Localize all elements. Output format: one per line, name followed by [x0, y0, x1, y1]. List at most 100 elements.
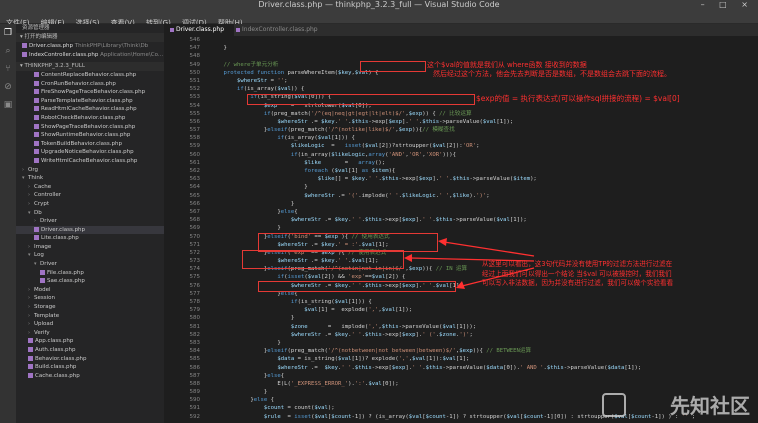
tab-bar: Driver.class.php IndexController.class.p… — [164, 24, 758, 36]
file-tree-file[interactable]: Behavior.class.php — [16, 355, 164, 364]
file-tree-file[interactable]: RobotCheckBehavior.class.php — [16, 114, 164, 123]
file-tree-label: UpgradeNoticeBehavior.class.php — [41, 149, 134, 156]
file-tree-folder[interactable]: ▾ Log — [16, 251, 164, 260]
extensions-icon[interactable]: ▣ — [0, 96, 16, 114]
file-tree-folder[interactable]: › Org — [16, 166, 164, 175]
file-tree-folder[interactable]: › Session — [16, 294, 164, 303]
file-tree-file[interactable]: FireShowPageTraceBehavior.class.php — [16, 88, 164, 97]
file-tree-label: File.class.php — [47, 269, 84, 276]
file-tree-folder[interactable]: › Crypt — [16, 200, 164, 209]
php-file-icon — [34, 123, 39, 129]
annotation-note-conclusion: 从这里可以看出，这3句代码并没有使用TP的过滤方法进行过滤在 经过上面我们可以得… — [482, 260, 674, 287]
file-tree-folder[interactable]: › Template — [16, 312, 164, 321]
file-tree-label: WriteHtmlCacheBehavior.class.php — [41, 157, 138, 164]
php-file-icon — [40, 269, 45, 275]
file-tree-file[interactable]: Lite.class.php — [16, 234, 164, 243]
file-tree-folder[interactable]: › Model — [16, 286, 164, 295]
php-file-icon — [28, 364, 33, 370]
file-tree-label: Cache — [34, 183, 52, 190]
file-tree-label: Storage — [34, 304, 56, 311]
file-tree-label: Cache.class.php — [35, 372, 80, 379]
open-editor-item[interactable]: IndexController.class.php Application\Ho… — [16, 51, 164, 60]
source-control-icon[interactable]: ⑂ — [0, 60, 16, 78]
file-tree-label: Driver — [40, 261, 57, 268]
file-tree-file[interactable]: ShowRuntimeBehavior.class.php — [16, 131, 164, 140]
file-tree-folder[interactable]: › Controller — [16, 191, 164, 200]
file-tree-label: Driver — [40, 218, 57, 225]
file-tree-folder[interactable]: › Verify — [16, 329, 164, 338]
xianzhi-logo-icon — [602, 393, 626, 417]
file-tree-folder[interactable]: › Storage — [16, 303, 164, 312]
file-tree-label: Behavior.class.php — [35, 355, 87, 362]
file-tree-label: Upload — [34, 321, 54, 328]
php-file-icon — [28, 338, 33, 344]
activity-bar: ❐ ⌕ ⑂ ⊘ ▣ — [0, 24, 16, 423]
php-file-icon — [34, 235, 39, 241]
file-tree-file[interactable]: App.class.php — [16, 337, 164, 346]
file-tree-label: ParseTemplateBehavior.class.php — [41, 97, 133, 104]
file-tree-folder[interactable]: ▾ Driver — [16, 260, 164, 269]
php-file-icon — [22, 52, 27, 57]
php-file-icon — [34, 89, 39, 95]
file-tree-label: FireShowPageTraceBehavior.class.php — [41, 89, 146, 96]
file-tree-file[interactable]: Build.class.php — [16, 363, 164, 372]
file-tree-label: Auth.class.php — [35, 347, 76, 353]
file-tree-label: ShowRuntimeBehavior.class.php — [41, 132, 131, 139]
file-tree-folder[interactable]: › Image — [16, 243, 164, 252]
file-tree-file[interactable]: Cache.class.php — [16, 372, 164, 381]
search-icon[interactable]: ⌕ — [0, 42, 16, 60]
file-tree-folder[interactable]: ▾ Think — [16, 174, 164, 183]
open-editors-section[interactable]: ▾ 打开的编辑器 — [16, 33, 164, 42]
file-tree-file[interactable]: UpgradeNoticeBehavior.class.php — [16, 148, 164, 157]
annotation-note-exp: $exp的值 = 执行表达式(可以操作sql拼接的流程) = $val[0] — [476, 94, 680, 103]
file-tree-file[interactable]: ContentReplaceBehavior.class.php — [16, 71, 164, 80]
php-file-icon — [34, 106, 39, 112]
file-tree-file[interactable]: Driver.class.php — [16, 225, 164, 235]
php-file-icon — [236, 27, 240, 32]
file-tree-file[interactable]: CronRunBehavior.class.php — [16, 80, 164, 89]
file-tree-file[interactable]: TokenBuildBehavior.class.php — [16, 140, 164, 149]
file-tree-label: Crypt — [34, 200, 50, 207]
file-tree-label: Lite.class.php — [41, 235, 79, 242]
php-file-icon — [28, 355, 33, 361]
php-file-icon — [28, 347, 33, 352]
php-file-icon — [22, 43, 27, 48]
file-tree-label: Log — [34, 252, 44, 259]
file-tree-label: Controller — [34, 192, 62, 199]
file-tree-label: Driver.class.php — [41, 226, 86, 233]
explorer-header: 资源管理器 — [22, 25, 50, 31]
php-file-icon — [34, 149, 39, 155]
file-tree-folder[interactable]: ▾ Db — [16, 209, 164, 218]
window-title: Driver.class.php — thinkphp_3.2.3_full —… — [258, 0, 500, 9]
file-tree-folder[interactable]: › Cache — [16, 183, 164, 192]
file-tree-file[interactable]: ShowPageTraceBehavior.class.php — [16, 123, 164, 132]
file-tree-file[interactable]: Sae.class.php — [16, 277, 164, 286]
tab-driver-class[interactable]: Driver.class.php — [164, 24, 234, 36]
file-tree: ContentReplaceBehavior.class.php CronRunB… — [16, 71, 164, 380]
watermark: 先知社区 — [670, 394, 750, 418]
php-file-icon — [34, 97, 39, 103]
file-tree-label: Model — [34, 286, 51, 293]
file-tree-folder[interactable]: › Driver — [16, 217, 164, 226]
php-file-icon — [34, 72, 39, 77]
code-editor[interactable]: 546 547 548 549 550 551 552 553 554 555 556 557 558 5… — [164, 36, 758, 423]
window-controls[interactable]: – □ × — [701, 0, 754, 10]
open-editor-item[interactable]: Driver.class.php ThinkPHP\Library\Think\… — [16, 42, 164, 51]
explorer-icon[interactable]: ❐ — [0, 24, 16, 42]
file-tree-file[interactable]: ParseTemplateBehavior.class.php — [16, 97, 164, 106]
file-tree-file[interactable]: WriteHtmlCacheBehavior.class.php — [16, 157, 164, 166]
file-tree-label: Template — [34, 312, 60, 319]
file-tree-file[interactable]: Auth.class.php — [16, 346, 164, 355]
file-tree-label: App.class.php — [35, 338, 74, 345]
file-tree-label: Verify — [34, 329, 50, 336]
file-tree-file[interactable]: ReadHtmlCacheBehavior.class.php — [16, 105, 164, 114]
file-tree-folder[interactable]: › Upload — [16, 320, 164, 329]
annotation-note-val: 这个$val的值就是我们从 where函数 接收到的数据 然后经过这个方法，他会… — [427, 61, 671, 78]
php-file-icon — [34, 132, 39, 138]
debug-icon[interactable]: ⊘ — [0, 78, 16, 96]
php-file-icon — [34, 80, 39, 86]
project-section[interactable]: ▾ THINKPHP_3.2.3_FULL — [16, 62, 164, 71]
file-tree-file[interactable]: File.class.php — [16, 269, 164, 278]
tab-index-controller[interactable]: IndexController.class.php — [230, 24, 332, 36]
file-tree-label: Session — [34, 295, 55, 302]
